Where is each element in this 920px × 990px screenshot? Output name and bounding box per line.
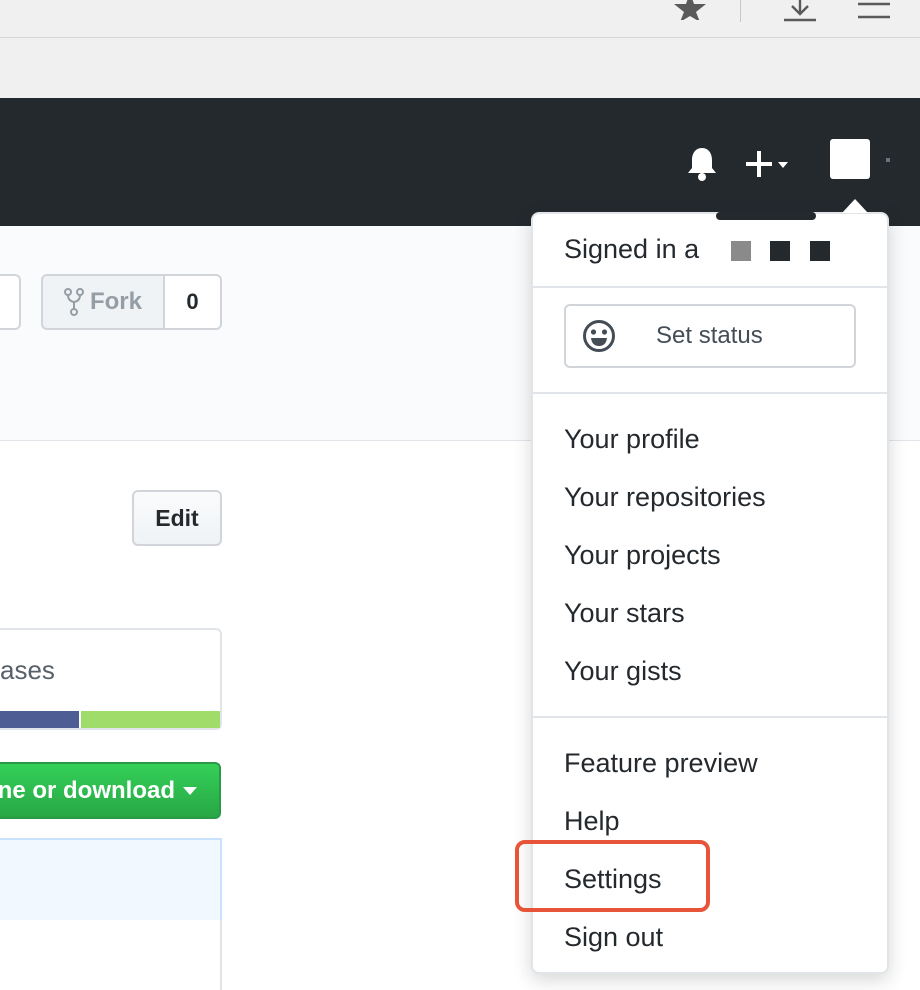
menu-your-stars[interactable]: Your stars bbox=[564, 598, 685, 629]
set-status-button[interactable]: Set status bbox=[564, 304, 856, 368]
fork-button[interactable]: Fork bbox=[41, 274, 165, 330]
avatar-caret[interactable] bbox=[886, 158, 890, 162]
menu-your-repositories[interactable]: Your repositories bbox=[564, 482, 766, 513]
signed-in-label: Signed in a bbox=[564, 234, 700, 264]
star-icon[interactable] bbox=[674, 0, 706, 22]
redacted-username-3 bbox=[810, 241, 830, 261]
menu-icon[interactable] bbox=[858, 0, 890, 22]
set-status-label: Set status bbox=[656, 322, 763, 349]
menu-your-projects[interactable]: Your projects bbox=[564, 540, 721, 571]
fork-count[interactable]: 0 bbox=[163, 274, 222, 330]
menu-your-profile[interactable]: Your profile bbox=[564, 424, 700, 455]
dropdown-arrow bbox=[842, 199, 868, 213]
toolbar-separator bbox=[740, 0, 741, 22]
bookmark-bar bbox=[0, 38, 920, 98]
clone-label: ne or download bbox=[0, 776, 175, 804]
file-list bbox=[0, 920, 222, 990]
new-plus-icon[interactable] bbox=[746, 148, 794, 180]
clone-download-button[interactable]: ne or download bbox=[0, 762, 221, 819]
divider bbox=[531, 716, 889, 718]
star-count-partial[interactable] bbox=[0, 274, 21, 330]
menu-feature-preview[interactable]: Feature preview bbox=[564, 748, 758, 779]
bell-icon[interactable] bbox=[686, 146, 718, 182]
releases-label[interactable]: ases bbox=[0, 655, 55, 686]
menu-help[interactable]: Help bbox=[564, 806, 620, 837]
redacted-username-1 bbox=[731, 241, 751, 261]
smiley-icon bbox=[583, 320, 615, 352]
menu-sign-out[interactable]: Sign out bbox=[564, 922, 663, 953]
redacted-scribble bbox=[716, 212, 816, 220]
language-bar-php[interactable] bbox=[0, 711, 79, 728]
chevron-down-icon bbox=[183, 786, 197, 795]
settings-highlight-box bbox=[515, 840, 710, 912]
fork-icon bbox=[63, 288, 84, 316]
fork-label: Fork bbox=[89, 288, 142, 315]
latest-commit-bar bbox=[0, 838, 222, 922]
redacted-username-2 bbox=[770, 241, 790, 261]
edit-button[interactable]: Edit bbox=[132, 490, 222, 546]
language-bar-other[interactable] bbox=[81, 711, 220, 728]
avatar[interactable] bbox=[830, 139, 870, 179]
divider bbox=[531, 392, 889, 394]
menu-your-gists[interactable]: Your gists bbox=[564, 656, 682, 687]
divider bbox=[531, 286, 889, 288]
signed-in-text: Signed in a bbox=[564, 234, 699, 265]
download-icon[interactable] bbox=[782, 0, 818, 22]
